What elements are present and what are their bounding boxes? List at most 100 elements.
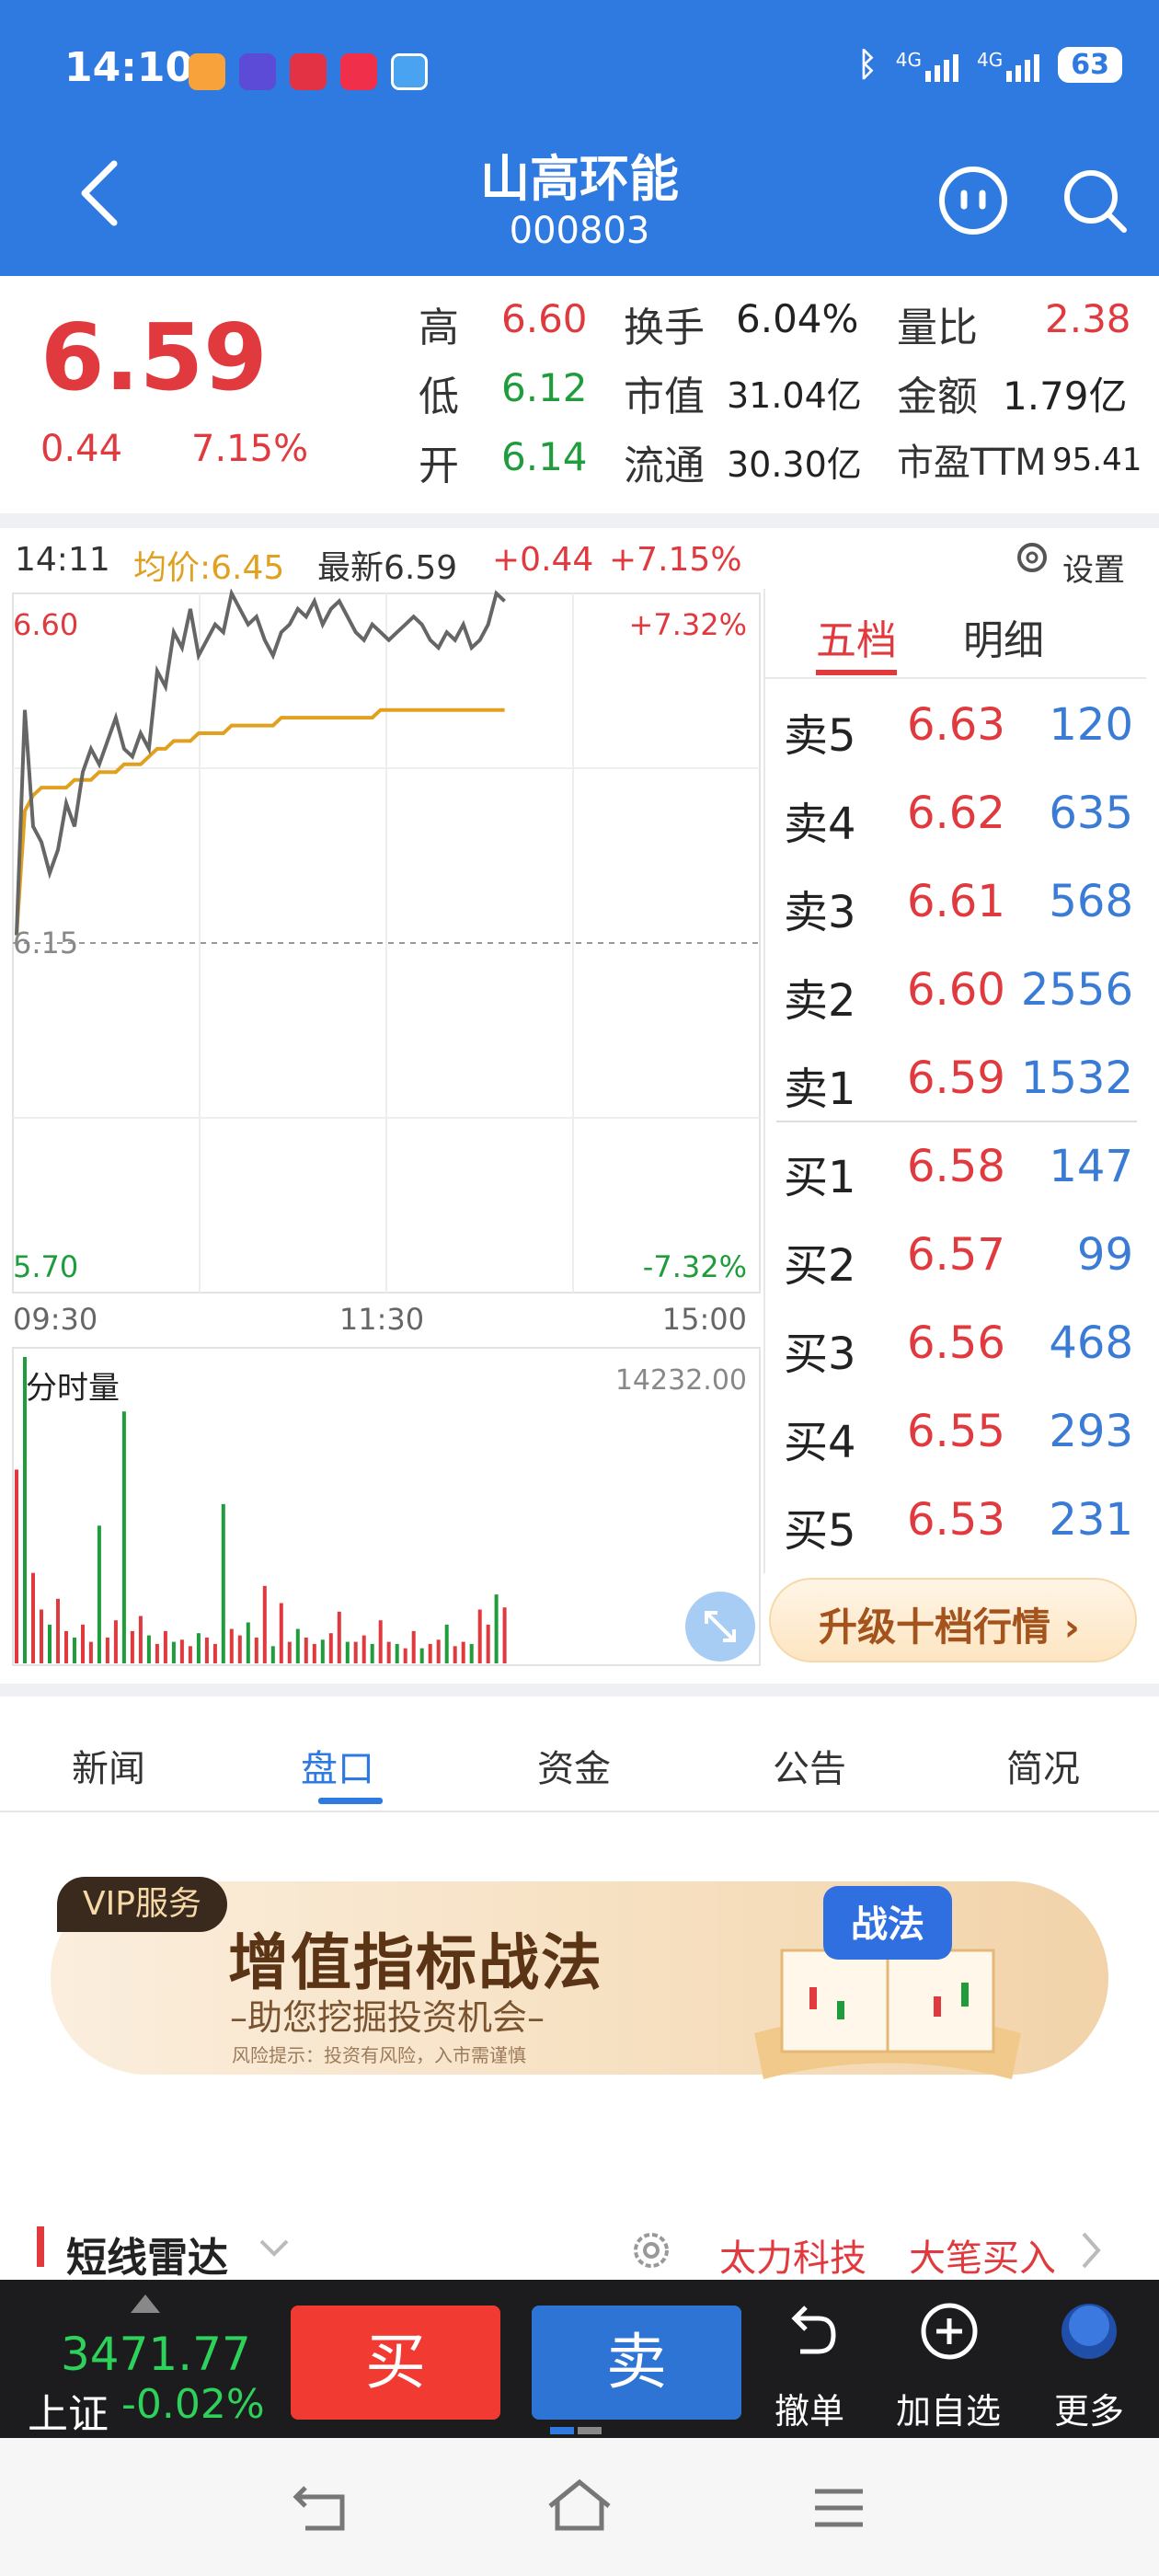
bid-price: 6.55 bbox=[907, 1406, 1005, 1457]
bid-volume: 468 bbox=[1049, 1317, 1133, 1369]
settings-button[interactable]: 设置 bbox=[1062, 545, 1125, 590]
volume-bar bbox=[428, 1643, 432, 1663]
mktcap-value: 31.04亿 bbox=[727, 375, 862, 416]
bid-volume: 231 bbox=[1049, 1494, 1133, 1546]
menu-icon[interactable] bbox=[813, 2486, 865, 2530]
expand-icon[interactable] bbox=[685, 1592, 755, 1662]
tab-funds[interactable]: 资金 bbox=[537, 1739, 611, 1792]
bid-volume: 147 bbox=[1049, 1141, 1133, 1192]
volume-bar bbox=[295, 1628, 300, 1663]
ask-row[interactable]: 卖4 6.62 635 bbox=[775, 769, 1142, 857]
tab-underline bbox=[318, 1798, 383, 1804]
add-watchlist-button[interactable]: 加自选 bbox=[896, 2383, 1001, 2433]
volume-bar bbox=[121, 1411, 126, 1663]
tab-detail[interactable]: 明细 bbox=[963, 607, 1044, 666]
signal-1: 4G bbox=[896, 49, 959, 82]
gear-icon[interactable] bbox=[627, 2226, 675, 2274]
volume-bar bbox=[403, 1648, 407, 1663]
app-notification-icon bbox=[340, 53, 377, 90]
volume-bar bbox=[179, 1639, 184, 1663]
chart-latest: 最新6.59 bbox=[317, 549, 458, 587]
chevron-right-icon[interactable] bbox=[1078, 2230, 1104, 2271]
volume-bar bbox=[312, 1643, 316, 1663]
volume-bar bbox=[113, 1620, 118, 1663]
bid-row[interactable]: 买4 6.55 293 bbox=[775, 1387, 1142, 1476]
radar-signal[interactable]: 大笔买入 bbox=[909, 2228, 1056, 2282]
volume-bar bbox=[130, 1630, 134, 1663]
volume-max: 14232.00 bbox=[615, 1364, 747, 1397]
volume-bar bbox=[386, 1641, 391, 1663]
tab-news[interactable]: 新闻 bbox=[72, 1739, 145, 1792]
ask-row[interactable]: 卖1 6.59 1532 bbox=[775, 1034, 1142, 1122]
volume-bar bbox=[270, 1646, 275, 1663]
volume-bar bbox=[15, 1469, 18, 1663]
chevron-down-icon[interactable] bbox=[258, 2236, 291, 2261]
tab-announcements[interactable]: 公告 bbox=[773, 1739, 846, 1792]
upgrade-ten-levels-button[interactable]: 升级十档行情 › bbox=[769, 1578, 1137, 1662]
tab-five-levels[interactable]: 五档 bbox=[816, 607, 897, 666]
price-change: 0.44 bbox=[40, 428, 123, 470]
turnover-value: 6.04% bbox=[736, 296, 859, 341]
bid-row[interactable]: 买3 6.56 468 bbox=[775, 1299, 1142, 1387]
volume-bar bbox=[461, 1641, 465, 1663]
network-type: 4G bbox=[977, 48, 1004, 71]
volume-bar bbox=[395, 1643, 399, 1663]
radar-stock[interactable]: 太力科技 bbox=[719, 2228, 866, 2282]
volume-bar bbox=[411, 1630, 416, 1663]
volume-bar bbox=[246, 1622, 250, 1663]
bid-row[interactable]: 买1 6.58 147 bbox=[775, 1122, 1142, 1211]
undo-icon[interactable] bbox=[776, 2298, 843, 2364]
collapse-up-icon[interactable] bbox=[129, 2293, 162, 2315]
divider bbox=[0, 513, 1159, 528]
ask-row[interactable]: 卖3 6.61 568 bbox=[775, 857, 1142, 946]
search-icon[interactable] bbox=[1058, 164, 1131, 237]
radar-title[interactable]: 短线雷达 bbox=[66, 2225, 228, 2283]
home-icon[interactable] bbox=[546, 2478, 613, 2534]
bid-label: 买1 bbox=[784, 1152, 856, 1203]
cancel-order-button[interactable]: 撤单 bbox=[775, 2383, 844, 2433]
more-icon[interactable] bbox=[1056, 2298, 1122, 2364]
gear-icon[interactable] bbox=[1012, 537, 1052, 586]
tab-market[interactable]: 盘口 bbox=[301, 1739, 374, 1792]
axis-top-right: +7.32% bbox=[629, 607, 747, 642]
tab-profile[interactable]: 简况 bbox=[1006, 1739, 1080, 1792]
more-button[interactable]: 更多 bbox=[1054, 2383, 1124, 2433]
index-change-pct: -0.02% bbox=[121, 2381, 265, 2428]
bid-row[interactable]: 买5 6.53 231 bbox=[775, 1476, 1142, 1564]
back-nav-icon[interactable] bbox=[293, 2484, 353, 2534]
volume-bar bbox=[155, 1643, 159, 1663]
sell-button[interactable]: 卖 bbox=[532, 2306, 741, 2420]
volume-bar bbox=[279, 1603, 283, 1663]
quote-panel: 6.59 0.44 7.15% 高 6.60 低 6.12 开 6.14 换手 … bbox=[0, 276, 1159, 511]
time-end: 15:00 bbox=[662, 1302, 747, 1337]
volume-bar bbox=[337, 1611, 341, 1663]
volume-bar bbox=[486, 1624, 490, 1663]
intraday-chart[interactable]: 6.60 +7.32% 6.15 5.70 -7.32% 09:30 11:30… bbox=[0, 589, 763, 1670]
amount-value: 1.79亿 bbox=[1003, 374, 1128, 419]
status-time: 14:10 bbox=[64, 44, 194, 91]
volume-bar bbox=[163, 1630, 167, 1663]
add-watch-icon[interactable] bbox=[916, 2298, 982, 2364]
volume-bar bbox=[31, 1572, 35, 1663]
order-book: 五档 明细 卖5 6.63 120 卖4 6.62 635 卖3 6.61 568 卖2 6.… bbox=[763, 589, 1146, 1573]
volume-bar bbox=[97, 1525, 101, 1663]
ask-row[interactable]: 卖5 6.63 120 bbox=[775, 681, 1142, 769]
ask-label: 卖1 bbox=[784, 1064, 856, 1115]
robot-assistant-icon[interactable] bbox=[936, 164, 1010, 237]
volume-bar bbox=[196, 1633, 201, 1663]
ask-row[interactable]: 卖2 6.60 2556 bbox=[775, 946, 1142, 1034]
buy-button[interactable]: 买 bbox=[291, 2306, 500, 2420]
bid-price: 6.56 bbox=[907, 1317, 1005, 1369]
volume-bar bbox=[48, 1624, 52, 1663]
axis-mid: 6.15 bbox=[13, 926, 78, 960]
book-illustration-icon: 战法 bbox=[754, 1886, 1021, 2079]
turnover-label: 换手 bbox=[624, 305, 705, 351]
index-value[interactable]: 3471.77 bbox=[61, 2328, 251, 2381]
index-name: 上证 bbox=[28, 2391, 109, 2438]
bid-row[interactable]: 买2 6.57 99 bbox=[775, 1211, 1142, 1299]
axis-bottom-left: 5.70 bbox=[13, 1249, 78, 1284]
status-indicators: ᛒ 4G 4G 63 bbox=[857, 46, 1122, 84]
mktcap-label: 市值 bbox=[624, 374, 705, 420]
volume-bar bbox=[138, 1616, 143, 1663]
volume-bar bbox=[345, 1641, 350, 1663]
